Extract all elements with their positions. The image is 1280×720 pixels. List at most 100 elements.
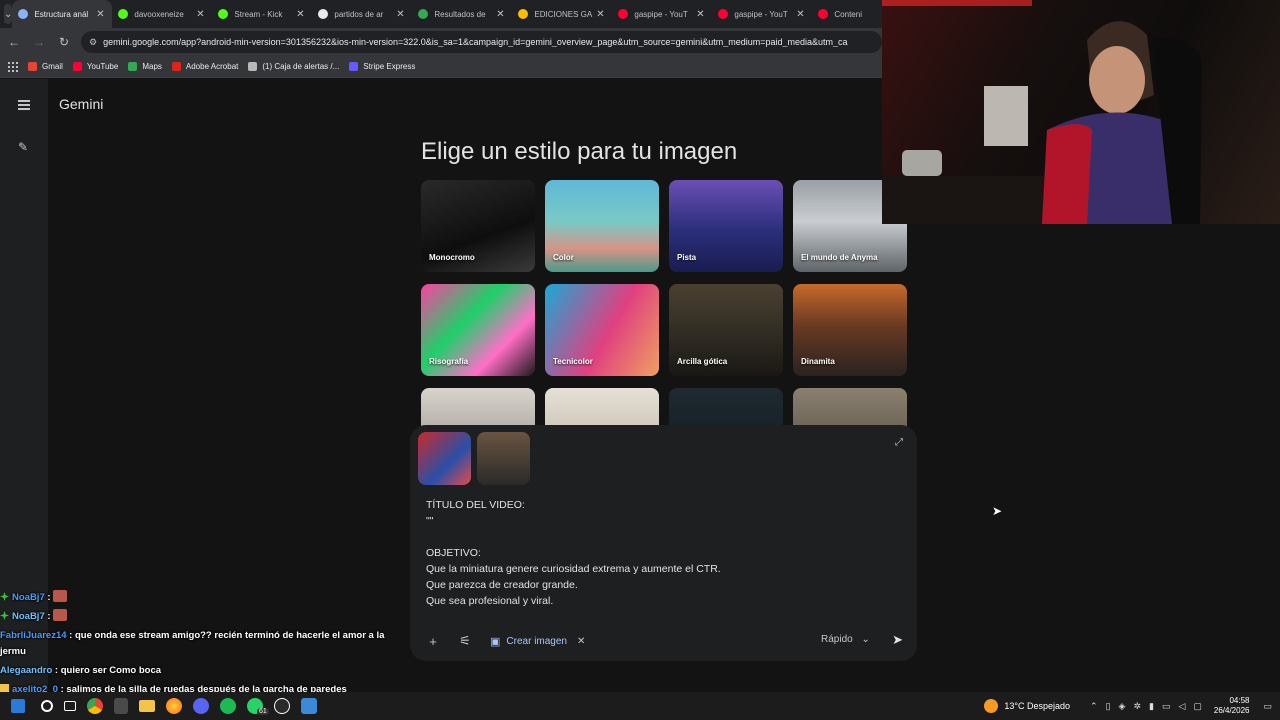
microphone-icon[interactable]: ▮ xyxy=(1149,701,1154,712)
usb-icon[interactable]: ▯ xyxy=(1106,701,1111,712)
bookmark-favicon-icon xyxy=(349,62,359,71)
tab-close-icon[interactable]: ✕ xyxy=(494,9,506,20)
prompt-input[interactable]: TÍTULO DEL VIDEO: "" OBJETIVO: Que la mi… xyxy=(426,497,896,609)
browser-tab[interactable]: EDICIONES GA ✕ xyxy=(512,0,612,28)
address-url[interactable]: gemini.google.com/app?android-min-versio… xyxy=(103,37,847,47)
style-card[interactable] xyxy=(421,388,535,426)
chat-username[interactable]: NoaBj7 xyxy=(12,592,45,603)
settings-icon[interactable]: ✲ xyxy=(1133,701,1141,712)
obs-icon[interactable] xyxy=(274,698,290,714)
spotify-icon[interactable] xyxy=(220,698,236,714)
clock[interactable]: 04:58 26/4/2026 xyxy=(1214,696,1250,716)
browser-tab-bar: ⌄ Estructura anál ✕ davooxeneize ✕ Stream - … xyxy=(0,0,905,28)
browser-tab[interactable]: partidos de ar ✕ xyxy=(312,0,412,28)
site-info-icon[interactable]: ⚙ xyxy=(89,37,97,48)
close-icon[interactable]: ✕ xyxy=(577,636,585,647)
browser-tab[interactable]: gaspipe - YouT ✕ xyxy=(612,0,712,28)
apps-grid-icon[interactable] xyxy=(8,61,18,72)
discord-icon[interactable] xyxy=(193,698,209,714)
tab-close-icon[interactable]: ✕ xyxy=(594,9,606,20)
style-card-label: Dinamita xyxy=(801,357,835,366)
style-card[interactable]: Tecnicolor xyxy=(545,284,659,376)
mode-selector[interactable]: Rápido ⌄ xyxy=(821,634,870,645)
tab-favicon-icon xyxy=(618,9,629,19)
browser-tab[interactable]: Estructura anál ✕ xyxy=(12,0,113,28)
tab-close-icon[interactable]: ✕ xyxy=(794,9,806,20)
volume-icon[interactable]: ◁ xyxy=(1178,701,1185,712)
shield-icon[interactable]: ◈ xyxy=(1119,701,1126,712)
start-icon[interactable] xyxy=(11,699,25,713)
weather-icon[interactable] xyxy=(984,699,999,713)
address-bar[interactable]: ⚙ gemini.google.com/app?android-min-vers… xyxy=(81,31,882,53)
style-card[interactable] xyxy=(545,388,659,426)
attachment-thumbnail-1[interactable] xyxy=(418,432,471,485)
chat-username[interactable]: NoaBj7 xyxy=(12,611,45,622)
new-chat-icon[interactable]: ✎ xyxy=(18,140,28,154)
search-icon[interactable] xyxy=(41,700,53,712)
chrome-icon[interactable] xyxy=(87,698,103,714)
reload-icon[interactable]: ↻ xyxy=(53,31,75,53)
style-card[interactable]: Risografía xyxy=(421,284,535,376)
calculator-icon[interactable] xyxy=(114,698,128,714)
tab-label: Stream - Kick xyxy=(234,9,283,19)
firefox-icon[interactable] xyxy=(166,698,182,714)
send-icon[interactable]: ➤ xyxy=(892,632,903,648)
emote-icon xyxy=(53,609,68,621)
webcam-scene xyxy=(882,0,1202,224)
tab-search-icon[interactable]: ⌄ xyxy=(4,4,13,24)
style-card[interactable]: Monocromo xyxy=(421,180,535,272)
weather-text[interactable]: 13°C Despejado xyxy=(1004,701,1070,711)
add-icon[interactable]: + xyxy=(422,634,444,649)
network-icon[interactable]: ▭ xyxy=(1162,701,1171,712)
tools-icon[interactable]: ⚟ xyxy=(454,633,476,649)
display-icon[interactable]: ▢ xyxy=(1193,701,1202,712)
tab-close-icon[interactable]: ✕ xyxy=(294,9,306,20)
attachment-thumbnail-2[interactable] xyxy=(477,432,530,485)
tab-label: gaspipe - YouT xyxy=(634,9,688,19)
tab-close-icon[interactable]: ✕ xyxy=(94,9,106,20)
browser-tab[interactable]: davooxeneize ✕ xyxy=(112,0,212,28)
chevron-down-icon: ⌄ xyxy=(861,634,870,645)
style-card[interactable] xyxy=(793,388,907,426)
bookmark-item[interactable]: Stripe Express xyxy=(349,62,415,71)
task-view-icon[interactable] xyxy=(64,701,76,711)
tab-close-icon[interactable]: ✕ xyxy=(194,9,206,20)
tab-label: gaspipe - YouT xyxy=(734,9,788,19)
chat-username[interactable]: FabrliJuarez14 xyxy=(0,630,67,641)
style-card[interactable] xyxy=(669,388,783,426)
whatsapp-icon[interactable]: 61 xyxy=(247,698,269,715)
back-arrow-icon[interactable]: ← xyxy=(3,31,25,53)
create-image-label: Crear imagen xyxy=(506,635,567,647)
chat-message: Alegaandro : quiero ser Como boca xyxy=(0,665,162,676)
browser-tab[interactable]: Stream - Kick ✕ xyxy=(212,0,312,28)
bookmark-favicon-icon xyxy=(248,62,258,71)
bookmark-item[interactable]: (1) Caja de alertas /... xyxy=(248,62,339,71)
style-card[interactable]: Dinamita xyxy=(793,284,907,376)
browser-tab[interactable]: gaspipe - YouT ✕ xyxy=(712,0,812,28)
clock-date: 26/4/2026 xyxy=(1213,706,1250,715)
sparkle-badge-icon xyxy=(0,611,9,620)
style-card[interactable]: Arcilla gótica xyxy=(669,284,783,376)
bookmark-item[interactable]: YouTube xyxy=(72,62,118,71)
bookmark-item[interactable]: Gmail xyxy=(28,62,63,71)
create-image-chip[interactable]: ▣ Crear imagen ✕ xyxy=(490,635,585,648)
expand-icon[interactable]: ⤢ xyxy=(895,437,903,448)
bookmark-item[interactable]: Maps xyxy=(128,62,162,71)
menu-icon[interactable] xyxy=(18,100,30,110)
bookmark-favicon-icon xyxy=(128,62,138,71)
bookmark-item[interactable]: Adobe Acrobat xyxy=(171,62,238,71)
forward-arrow-icon[interactable]: → xyxy=(28,31,50,53)
style-card[interactable]: Pista xyxy=(669,180,783,272)
app-icon[interactable] xyxy=(301,698,317,714)
chat-username[interactable]: Alegaandro xyxy=(0,665,52,676)
tab-close-icon[interactable]: ✕ xyxy=(694,9,706,20)
chevron-up-icon[interactable]: ⌃ xyxy=(1090,701,1098,712)
style-card-label: El mundo de Anyma xyxy=(801,253,878,262)
tab-close-icon[interactable]: ✕ xyxy=(394,9,406,20)
file-explorer-icon[interactable] xyxy=(139,700,155,712)
style-card[interactable]: Color xyxy=(545,180,659,272)
notifications-icon[interactable]: ▭ xyxy=(1263,701,1272,712)
bookmark-favicon-icon xyxy=(28,62,37,71)
browser-tab[interactable]: Resultados de ✕ xyxy=(412,0,512,28)
chat-message: FabrliJuarez14 : que onda ese stream ami… xyxy=(0,630,385,657)
